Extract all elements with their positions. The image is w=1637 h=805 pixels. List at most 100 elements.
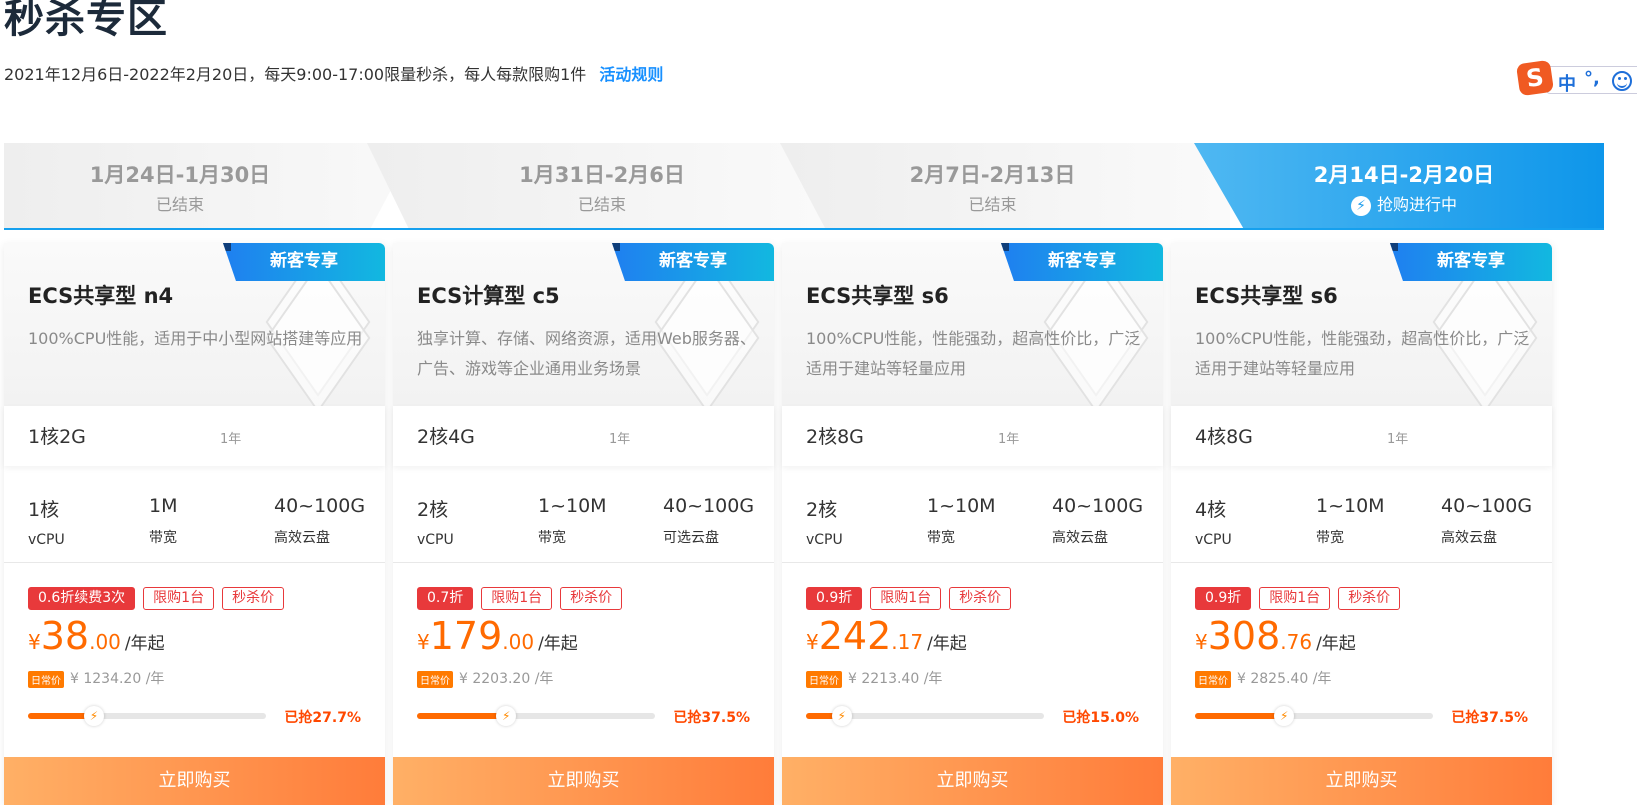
progress-fill — [417, 713, 507, 719]
price-integer: 308 — [1207, 614, 1281, 658]
limit-tag: 限购1台 — [870, 587, 942, 610]
currency-symbol: ¥ — [806, 630, 819, 654]
config-selector[interactable]: 1核2G 1年 — [4, 406, 385, 466]
progress-fill — [1195, 713, 1285, 719]
lightning-icon: ⚡ — [496, 706, 517, 726]
period-value: 1年 — [220, 432, 242, 447]
spec-value: 40~100G — [663, 495, 755, 517]
period-value: 1年 — [609, 432, 631, 447]
spec-value: 1核 — [28, 499, 60, 521]
spec-label: 可选云盘 — [663, 530, 719, 546]
spec-label: 高效云盘 — [1052, 530, 1108, 546]
config-value: 1核2G — [28, 426, 86, 448]
config-selector[interactable]: 4核8G 1年 — [1171, 406, 1552, 466]
tag-list: 0.6折续费3次 限购1台 秒杀价 — [28, 587, 292, 610]
new-customer-badge: 新客专享 — [223, 243, 385, 281]
activity-subtitle: 2021年12月6日-2022年2月20日，每天9:00-17:00限量秒杀，每… — [4, 61, 663, 85]
product-card: ECS计算型 c5 独享计算、存储、网络资源，适用Web服务器、广告、游戏等企业… — [393, 243, 774, 805]
product-title: ECS共享型 s6 — [806, 284, 949, 308]
flash-price-tag: 秒杀价 — [560, 587, 623, 610]
flash-price-tag: 秒杀价 — [1338, 587, 1401, 610]
spec-value: 1~10M — [1316, 495, 1385, 517]
buy-now-button[interactable]: 立即购买 — [1171, 757, 1552, 805]
tab-week-1[interactable]: 1月24日-1月30日 已结束 — [4, 143, 416, 228]
ime-mode-toggle[interactable]: 中 — [1558, 70, 1576, 96]
spec-value: 1~10M — [927, 495, 996, 517]
flash-price: ¥242.17/年起 — [806, 614, 967, 658]
sogou-logo-icon[interactable]: S — [1515, 59, 1555, 97]
regular-price-value: ¥ 1234.20 /年 — [70, 671, 165, 687]
new-customer-badge: 新客专享 — [1390, 243, 1552, 281]
product-title: ECS共享型 s6 — [1195, 284, 1338, 308]
regular-price-label: 日常价 — [417, 670, 453, 688]
flash-price-tag: 秒杀价 — [949, 587, 1012, 610]
spec-label: 带宽 — [149, 530, 177, 546]
spec-value: 1M — [149, 495, 178, 517]
regular-price-value: ¥ 2825.40 /年 — [1237, 671, 1332, 687]
product-description: 100%CPU性能，性能强劲，超高性价比，广泛适用于建站等轻量应用 — [806, 329, 1141, 378]
tab-week-4[interactable]: 2月14日-2月20日 ⚡ 抢购进行中 — [1194, 143, 1604, 228]
period-value: 1年 — [1387, 432, 1409, 447]
product-title: ECS计算型 c5 — [417, 284, 560, 308]
tab-status: 已结束 — [155, 195, 204, 214]
page-title: 秒杀专区 — [4, 0, 168, 42]
product-description: 100%CPU性能，适用于中小型网站搭建等应用 — [28, 329, 363, 348]
price-decimal: .76 — [1280, 630, 1313, 654]
regular-price: 日常价 ¥ 1234.20 /年 — [28, 668, 164, 688]
price-integer: 242 — [818, 614, 892, 658]
tab-status: ⚡ 抢购进行中 — [1204, 191, 1604, 216]
price-integer: 179 — [429, 614, 503, 658]
flash-price: ¥308.76/年起 — [1195, 614, 1356, 658]
regular-price-label: 日常价 — [1195, 670, 1231, 688]
regular-price-value: ¥ 2213.40 /年 — [848, 671, 943, 687]
spec-value: 40~100G — [274, 495, 366, 517]
regular-price-value: ¥ 2203.20 /年 — [459, 671, 554, 687]
ime-punct-toggle[interactable]: °, — [1584, 68, 1600, 89]
spec-value: 1~10M — [538, 495, 607, 517]
spec-bandwidth: 1M 带宽 — [149, 495, 177, 547]
buy-now-button[interactable]: 立即购买 — [782, 757, 1163, 805]
tab-week-3[interactable]: 2月7日-2月13日 已结束 — [780, 143, 1230, 228]
spec-disk: 40~100G 高效云盘 — [1052, 495, 1143, 547]
spec-value: 2核 — [417, 499, 449, 521]
tag-list: 0.7折 限购1台 秒杀价 — [417, 587, 630, 610]
spec-bandwidth: 1~10M 带宽 — [1316, 495, 1385, 547]
price-unit: /年起 — [1316, 634, 1356, 654]
tag-list: 0.9折 限购1台 秒杀价 — [806, 587, 1019, 610]
spec-label: 高效云盘 — [1441, 530, 1497, 546]
spec-label: 带宽 — [1316, 530, 1344, 546]
sold-percent: 已抢27.7% — [284, 710, 361, 726]
buy-now-button[interactable]: 立即购买 — [393, 757, 774, 805]
ime-toolbar[interactable]: S 中 °, — [1515, 59, 1637, 97]
spec-label: 高效云盘 — [274, 530, 330, 546]
spec-list: 4核 vCPU 1~10M 带宽 40~100G 高效云盘 — [1171, 473, 1552, 563]
sold-progress-bar: ⚡ — [28, 706, 266, 726]
buy-now-button[interactable]: 立即购买 — [4, 757, 385, 805]
tab-date: 2月14日-2月20日 — [1313, 163, 1495, 187]
config-value: 4核8G — [1195, 426, 1253, 448]
discount-tag: 0.7折 — [417, 587, 474, 610]
regular-price: 日常价 ¥ 2825.40 /年 — [1195, 668, 1331, 688]
sold-percent: 已抢37.5% — [673, 710, 750, 726]
spec-value: 40~100G — [1052, 495, 1144, 517]
activity-rules-link[interactable]: 活动规则 — [599, 65, 663, 84]
lightning-icon: ⚡ — [1274, 706, 1295, 726]
emoji-icon[interactable] — [1612, 71, 1632, 91]
config-selector[interactable]: 2核8G 1年 — [782, 406, 1163, 466]
lightning-icon: ⚡ — [1350, 195, 1371, 216]
spec-label: 带宽 — [538, 530, 566, 546]
tab-status-text: 抢购进行中 — [1376, 195, 1457, 214]
spec-disk: 40~100G 高效云盘 — [274, 495, 365, 547]
config-value: 2核8G — [806, 426, 864, 448]
product-title: ECS共享型 n4 — [28, 284, 174, 308]
flash-price-tag: 秒杀价 — [222, 587, 285, 610]
spec-disk: 40~100G 可选云盘 — [663, 495, 754, 547]
spec-cpu: 2核 vCPU — [417, 495, 454, 548]
currency-symbol: ¥ — [417, 630, 430, 654]
regular-price-label: 日常价 — [28, 670, 64, 688]
limit-tag: 限购1台 — [1259, 587, 1331, 610]
config-selector[interactable]: 2核4G 1年 — [393, 406, 774, 466]
spec-label: vCPU — [417, 532, 454, 548]
tab-date: 2月7日-2月13日 — [909, 163, 1076, 187]
limit-tag: 限购1台 — [143, 587, 215, 610]
